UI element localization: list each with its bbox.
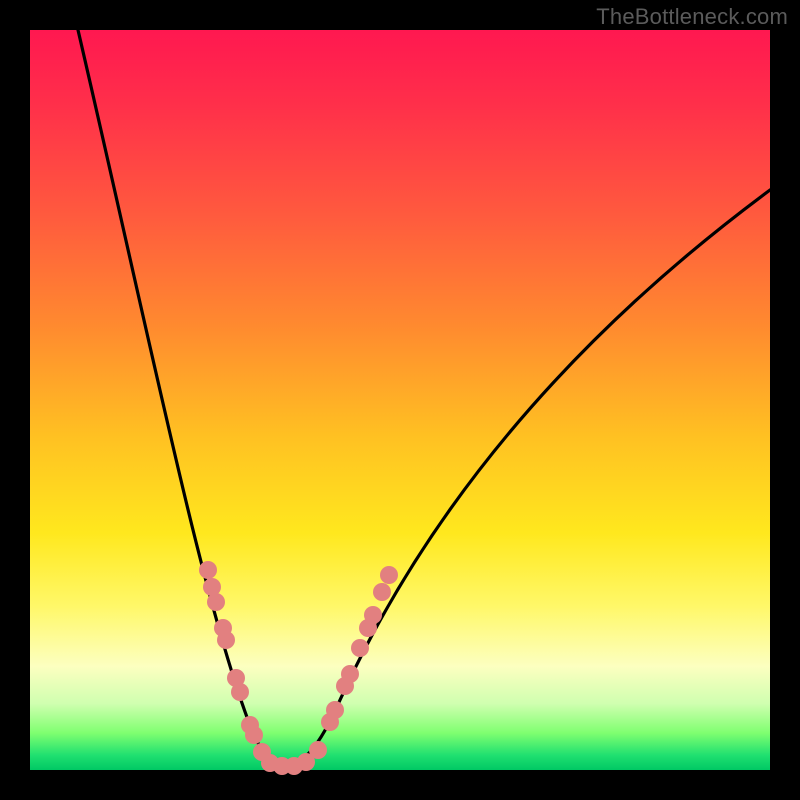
data-dot [207, 593, 225, 611]
dots-bottom-group [261, 741, 327, 775]
data-dot [245, 726, 263, 744]
bottleneck-curve [78, 30, 770, 765]
chart-svg [30, 30, 770, 770]
data-dot [217, 631, 235, 649]
dots-right-group [321, 566, 398, 731]
data-dot [373, 583, 391, 601]
plot-area [30, 30, 770, 770]
data-dot [341, 665, 359, 683]
dots-left-group [199, 561, 271, 761]
data-dot [326, 701, 344, 719]
outer-frame: TheBottleneck.com [0, 0, 800, 800]
data-dot [309, 741, 327, 759]
data-dot [199, 561, 217, 579]
data-dot [231, 683, 249, 701]
data-dot [380, 566, 398, 584]
data-dot [364, 606, 382, 624]
watermark-text: TheBottleneck.com [596, 4, 788, 30]
data-dot [351, 639, 369, 657]
